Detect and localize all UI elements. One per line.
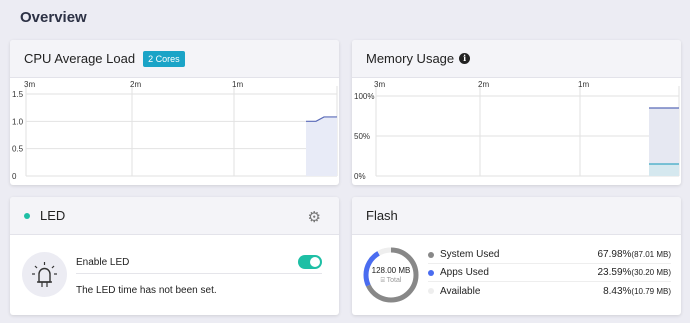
enable-led-label: Enable LED <box>76 257 130 268</box>
led-card: LED ⚙ Enable LED The LED time has not be… <box>10 197 339 315</box>
memory-chart: 3m 2m 1m 100% 50% 0% <box>352 78 681 185</box>
legend-value: 67.98%(87.01 MB) <box>598 249 672 260</box>
cpu-y-tick: 1.5 <box>12 90 24 99</box>
cpu-y-tick: 0 <box>12 172 17 181</box>
cores-badge: 2 Cores <box>143 50 185 67</box>
flash-legend-row: Available 8.43%(10.79 MB) <box>428 282 671 300</box>
legend-value: 23.59%(30.20 MB) <box>598 267 672 278</box>
enable-led-row: Enable LED <box>76 252 322 274</box>
cpu-card-header: CPU Average Load 2 Cores <box>10 40 339 78</box>
cpu-x-tick: 3m <box>24 80 35 89</box>
flash-card-header: Flash <box>352 197 681 235</box>
cpu-card: CPU Average Load 2 Cores 3m 2m 1m 1.5 1.0 0.5… <box>10 40 339 185</box>
memory-card: Memory Usage i 3m 2m 1m 100% 50% 0% <box>352 40 681 185</box>
cpu-series-area <box>306 116 337 176</box>
info-icon[interactable]: i <box>459 53 471 64</box>
drive-icon: ⌸ <box>380 277 385 284</box>
legend-percent: 23.59% <box>597 267 632 278</box>
flash-legend-row: System Used 67.98%(87.01 MB) <box>428 246 671 264</box>
memory-x-tick: 2m <box>478 80 489 89</box>
legend-size: (30.20 MB) <box>631 268 671 277</box>
legend-label: Available <box>440 285 481 297</box>
cpu-chart-svg: 3m 2m 1m 1.5 1.0 0.5 0 <box>12 80 338 181</box>
flash-card-title: Flash <box>366 208 398 223</box>
led-card-title: LED <box>40 208 66 223</box>
cpu-chart: 3m 2m 1m 1.5 1.0 0.5 0 <box>10 78 339 185</box>
led-body: Enable LED The LED time has not been set… <box>10 235 339 315</box>
memory-y-tick: 0% <box>354 172 366 181</box>
legend-label: System Used <box>440 249 500 260</box>
cpu-y-tick: 0.5 <box>12 145 24 154</box>
memory-series-area-2 <box>649 164 679 176</box>
flash-total-label: Total <box>386 277 402 284</box>
led-status-dot <box>24 212 30 219</box>
memory-x-tick: 3m <box>374 80 385 89</box>
memory-chart-svg: 3m 2m 1m 100% 50% 0% <box>354 80 680 181</box>
cpu-x-tick: 1m <box>232 80 243 89</box>
cpu-card-title: CPU Average Load <box>24 51 136 66</box>
memory-card-title: Memory Usage <box>366 51 455 66</box>
legend-value: 8.43%(10.79 MB) <box>603 286 671 297</box>
led-card-header: LED ⚙ <box>10 197 339 235</box>
gear-icon[interactable]: ⚙ <box>308 208 321 226</box>
legend-percent: 67.98% <box>597 249 632 260</box>
flash-card: Flash 128.00 MB ⌸ Total System Used 67.98… <box>352 197 681 315</box>
flash-donut-svg <box>363 247 419 303</box>
memory-x-tick: 1m <box>578 80 589 89</box>
flash-body: 128.00 MB ⌸ Total System Used 67.98%(87.0… <box>352 235 681 315</box>
led-message: The LED time has not been set. <box>76 285 217 296</box>
memory-card-header: Memory Usage i <box>352 40 681 78</box>
flash-legend-row: Apps Used 23.59%(30.20 MB) <box>428 264 671 282</box>
legend-dot <box>428 251 434 258</box>
enable-led-toggle[interactable] <box>298 255 322 269</box>
legend-size: (87.01 MB) <box>631 250 671 259</box>
cpu-x-tick: 2m <box>130 80 141 89</box>
page-title: Overview <box>20 9 87 26</box>
flash-donut: 128.00 MB ⌸ Total <box>362 246 420 304</box>
flash-total-row: ⌸ Total <box>362 277 420 285</box>
flash-total-value: 128.00 MB <box>371 266 411 275</box>
cpu-y-tick: 1.0 <box>12 117 24 126</box>
legend-percent: 8.43% <box>603 285 632 297</box>
legend-size: (10.79 MB) <box>631 286 671 296</box>
memory-y-tick: 50% <box>354 132 370 141</box>
memory-y-tick: 100% <box>354 92 374 101</box>
legend-label: Apps Used <box>440 267 489 278</box>
led-bulb-icon <box>22 252 67 297</box>
legend-dot <box>428 269 434 276</box>
legend-dot <box>428 288 434 294</box>
